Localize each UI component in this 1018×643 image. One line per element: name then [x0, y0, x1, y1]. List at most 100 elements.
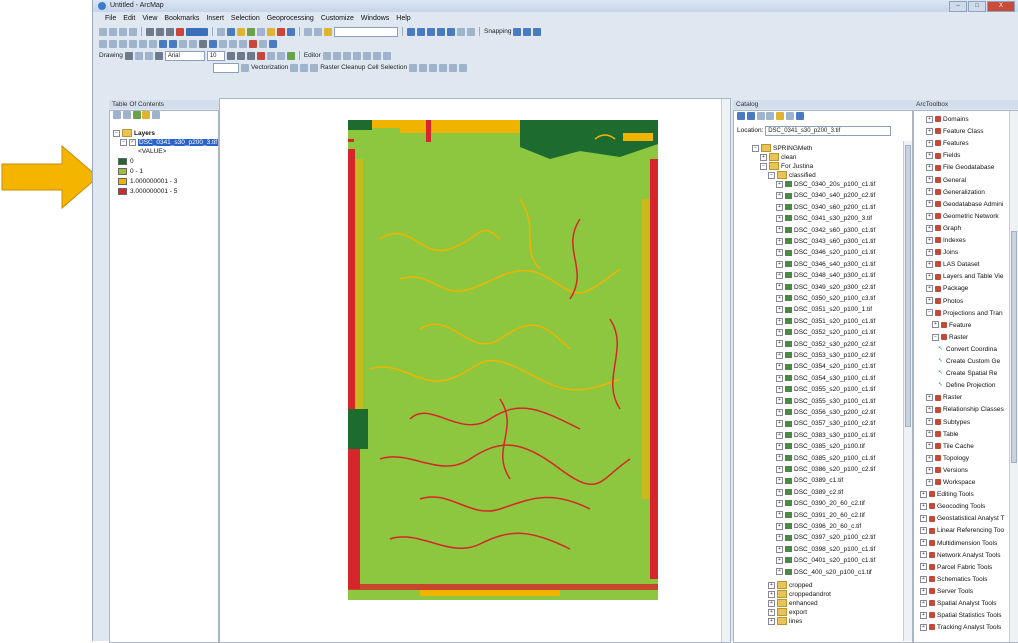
text-icon[interactable]: [154, 51, 163, 60]
straight-segment-icon[interactable]: [332, 51, 341, 60]
toolbox-item[interactable]: + General: [926, 176, 966, 185]
expand-icon[interactable]: +: [776, 465, 783, 473]
hyperlink-icon[interactable]: [239, 39, 247, 48]
select-features-icon[interactable]: [179, 39, 187, 48]
snap-end-icon[interactable]: [523, 27, 532, 36]
expand-icon[interactable]: +: [926, 236, 933, 244]
toolbox-item[interactable]: + Geostatistical Analyst T: [920, 514, 1004, 523]
menu-file[interactable]: File: [105, 13, 116, 24]
toolbox-item[interactable]: + Generalization: [926, 188, 985, 197]
forward-icon[interactable]: [746, 112, 755, 120]
catalog-file-item[interactable]: + DSC_0385_s20_p100.tif: [776, 442, 865, 451]
cell-selection-menu[interactable]: Cell Selection: [367, 64, 407, 71]
toolbox-scroll-thumb[interactable]: [1011, 231, 1017, 463]
expand-icon[interactable]: +: [926, 406, 933, 414]
print-icon[interactable]: [129, 27, 137, 36]
collapse-icon[interactable]: −: [760, 162, 767, 170]
expand-icon[interactable]: +: [926, 260, 933, 268]
fixed-zoom-in-icon[interactable]: [139, 39, 147, 48]
catalog-file-item[interactable]: + DSC_0391_20_60_c2.tif: [776, 511, 865, 520]
expand-icon[interactable]: +: [920, 575, 927, 583]
font-color-icon[interactable]: [256, 51, 265, 60]
raster-options-icon[interactable]: [429, 63, 438, 72]
expand-icon[interactable]: +: [926, 285, 933, 293]
expand-icon[interactable]: +: [776, 351, 783, 359]
undo-icon[interactable]: [304, 27, 312, 36]
raster-snapping-icon[interactable]: [419, 63, 428, 72]
line-color-icon[interactable]: [276, 51, 285, 60]
shape-recognition-icon[interactable]: [310, 63, 319, 72]
redo-icon[interactable]: [314, 27, 322, 36]
catalog-file-item[interactable]: + DSC_0390_20_60_c2.tif: [776, 499, 865, 508]
map-view[interactable]: [219, 98, 731, 643]
expand-icon[interactable]: +: [926, 212, 933, 220]
catalog-file-item[interactable]: + DSC_0349_s20_p300_c2.tif: [776, 283, 875, 292]
tree-folder[interactable]: + clean: [760, 153, 797, 162]
expand-icon[interactable]: +: [926, 248, 933, 256]
brush-icon[interactable]: [459, 63, 468, 72]
catalog-file-item[interactable]: + DSC_0346_s20_p100_c1.tif: [776, 248, 875, 257]
toolbox-item[interactable]: + Photos: [926, 297, 963, 306]
catalog-file-item[interactable]: + DSC_0354_s20_p100_c1.tif: [776, 362, 875, 371]
expand-icon[interactable]: +: [776, 568, 783, 576]
expand-icon[interactable]: +: [776, 203, 783, 211]
toolbox-item[interactable]: + File Geodatabase: [926, 163, 994, 172]
viewer-icon[interactable]: [269, 39, 277, 48]
editor-menu[interactable]: Editor: [304, 52, 321, 59]
location-combo[interactable]: DSC_0341_s30_p200_3.tif: [765, 126, 892, 136]
catalog-file-item[interactable]: + DSC_0356_s30_p200_c2.tif: [776, 408, 875, 417]
expand-icon[interactable]: +: [926, 139, 933, 147]
select-elements-icon[interactable]: [199, 39, 207, 48]
expand-icon[interactable]: +: [776, 340, 783, 348]
time-slider-icon[interactable]: [259, 39, 267, 48]
expand-icon[interactable]: +: [776, 249, 783, 257]
zoom-out-icon[interactable]: [109, 39, 117, 48]
expand-icon[interactable]: +: [776, 363, 783, 371]
tree-folder[interactable]: + enhanced: [768, 599, 818, 608]
vectorization-menu[interactable]: Vectorization: [251, 64, 288, 71]
expand-icon[interactable]: +: [926, 188, 933, 196]
tree-folder[interactable]: − classified: [768, 171, 816, 180]
toolbox-item[interactable]: + Multidimension Tools: [920, 539, 997, 548]
marker-color-icon[interactable]: [286, 51, 295, 60]
drawing-menu[interactable]: Drawing: [99, 52, 123, 59]
paste-icon[interactable]: [166, 27, 174, 36]
menu-windows[interactable]: Windows: [361, 13, 389, 24]
expand-icon[interactable]: +: [776, 397, 783, 405]
html-popup-icon[interactable]: [249, 39, 257, 48]
model-builder-icon[interactable]: [467, 27, 475, 36]
expand-icon[interactable]: +: [926, 273, 933, 281]
toolbox-item[interactable]: + Linear Referencing Too: [920, 526, 1004, 535]
expand-icon[interactable]: +: [920, 587, 927, 595]
tree-folder[interactable]: + cropped: [768, 581, 813, 590]
clear-selection-icon[interactable]: [189, 39, 197, 48]
minimize-button[interactable]: –: [949, 1, 967, 12]
catalog-file-item[interactable]: + DSC_0354_s30_p100_c1.tif: [776, 374, 875, 383]
toolbox-icon[interactable]: [277, 27, 285, 36]
expand-icon[interactable]: −: [932, 333, 939, 341]
catalog-file-item[interactable]: + DSC_0355_s30_p100_c1.tif: [776, 397, 875, 406]
catalog-file-item[interactable]: + DSC_0340_20s_p100_c1.tif: [776, 180, 875, 189]
toolbox-item[interactable]: ↖ Create Spatial Re: [938, 369, 997, 378]
create-features-icon[interactable]: [382, 51, 391, 60]
toolbox-item[interactable]: − Raster: [932, 333, 968, 342]
catalog-scroll-thumb[interactable]: [905, 145, 911, 427]
expand-icon[interactable]: +: [926, 127, 933, 135]
split-icon[interactable]: [342, 51, 351, 60]
expand-icon[interactable]: +: [926, 430, 933, 438]
identify-icon[interactable]: [209, 39, 217, 48]
toolbox-item[interactable]: + Package: [926, 284, 968, 293]
toolbox-item[interactable]: + Geometric Network: [926, 212, 999, 221]
select-connected-cells-icon[interactable]: [409, 63, 418, 72]
expand-icon[interactable]: +: [776, 545, 783, 553]
expand-icon[interactable]: +: [776, 180, 783, 188]
catalog-file-item[interactable]: + DSC_0346_s40_p300_c1.tif: [776, 260, 875, 269]
catalog-file-item[interactable]: + DSC_0357_s30_p100_c2.tif: [776, 419, 875, 428]
menu-edit[interactable]: Edit: [123, 13, 135, 24]
options-icon[interactable]: [795, 112, 804, 120]
add-data-plus-icon[interactable]: [324, 27, 332, 36]
color-picker-icon[interactable]: [186, 27, 208, 36]
catalog-file-item[interactable]: + DSC_0383_s30_p100_c1.tif: [776, 431, 875, 440]
catalog-file-item[interactable]: + DSC_0355_s20_p100_c1.tif: [776, 385, 875, 394]
generate-features-icon[interactable]: [300, 63, 309, 72]
